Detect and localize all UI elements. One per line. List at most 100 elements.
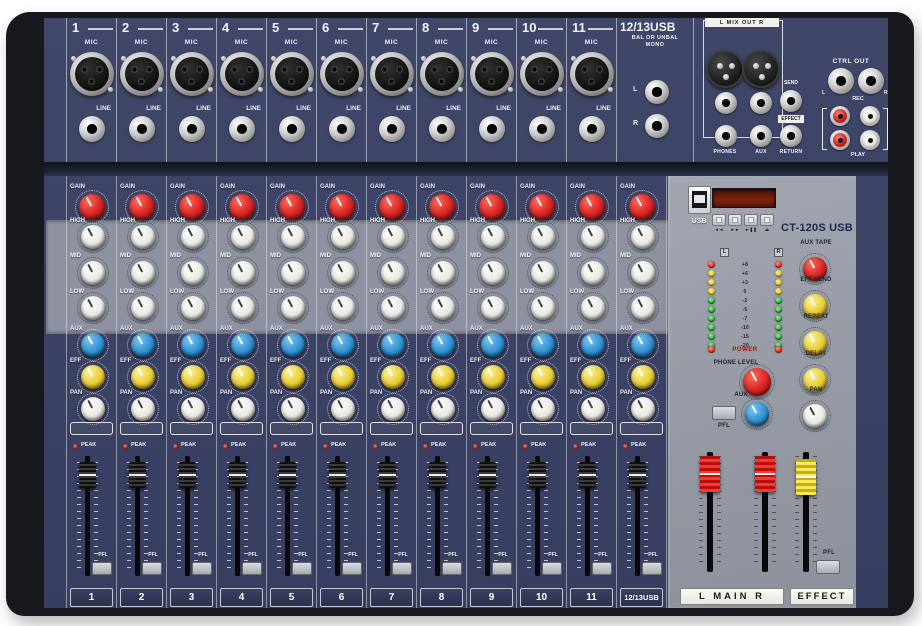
- high-eq-knob[interactable]: [277, 221, 309, 253]
- line-input-jack[interactable]: [129, 116, 155, 142]
- pan-knob[interactable]: [127, 393, 159, 425]
- transport-button[interactable]: [760, 214, 774, 226]
- pan-knob[interactable]: [627, 393, 659, 425]
- pfl-button[interactable]: [192, 562, 212, 575]
- aux-send-knob[interactable]: [477, 329, 509, 361]
- rec-left-rca[interactable]: [830, 106, 850, 126]
- pfl-button[interactable]: [392, 562, 412, 575]
- low-eq-knob[interactable]: [377, 292, 409, 324]
- channel-fader[interactable]: [129, 462, 146, 488]
- pfl-button[interactable]: [292, 562, 312, 575]
- play-right-rca[interactable]: [860, 130, 880, 150]
- channel-fader[interactable]: [379, 462, 396, 488]
- aux-send-knob[interactable]: [527, 329, 559, 361]
- channel-fader[interactable]: [629, 462, 646, 488]
- pan-knob[interactable]: [427, 393, 459, 425]
- line-input-jack[interactable]: [279, 116, 305, 142]
- pfl-button[interactable]: [142, 562, 162, 575]
- mid-eq-knob[interactable]: [377, 257, 409, 289]
- line-input-jack[interactable]: [479, 116, 505, 142]
- aux-send-knob[interactable]: [127, 329, 159, 361]
- mix-out-left-xlr[interactable]: [706, 50, 744, 88]
- effect-fader[interactable]: [796, 459, 816, 495]
- transport-button[interactable]: [744, 214, 758, 226]
- line-input-jack[interactable]: [179, 116, 205, 142]
- effect-send-knob[interactable]: [127, 361, 159, 393]
- phones-jack[interactable]: [715, 125, 737, 147]
- channel-fader[interactable]: [79, 462, 96, 488]
- aux-send-knob[interactable]: [77, 329, 109, 361]
- channel-fader[interactable]: [579, 462, 596, 488]
- mid-eq-knob[interactable]: [277, 257, 309, 289]
- high-eq-knob[interactable]: [227, 221, 259, 253]
- ctrl-out-right-jack[interactable]: [858, 68, 884, 94]
- effect-pfl-button[interactable]: [816, 560, 840, 574]
- aux-out-jack[interactable]: [750, 125, 772, 147]
- mid-eq-knob[interactable]: [627, 257, 659, 289]
- master-pan-knob[interactable]: [799, 400, 831, 432]
- xlr-mic-input[interactable]: [270, 52, 314, 96]
- xlr-mic-input[interactable]: [70, 52, 114, 96]
- channel-fader[interactable]: [429, 462, 446, 488]
- effect-send-knob[interactable]: [377, 361, 409, 393]
- high-eq-knob[interactable]: [177, 221, 209, 253]
- pfl-button[interactable]: [442, 562, 462, 575]
- low-eq-knob[interactable]: [327, 292, 359, 324]
- low-eq-knob[interactable]: [627, 292, 659, 324]
- xlr-mic-input[interactable]: [220, 52, 264, 96]
- low-eq-knob[interactable]: [177, 292, 209, 324]
- pfl-button[interactable]: [342, 562, 362, 575]
- low-eq-knob[interactable]: [427, 292, 459, 324]
- channel-fader[interactable]: [229, 462, 246, 488]
- xlr-mic-input[interactable]: [120, 52, 164, 96]
- mix-out-left-jack[interactable]: [715, 92, 737, 114]
- mid-eq-knob[interactable]: [177, 257, 209, 289]
- low-eq-knob[interactable]: [127, 292, 159, 324]
- channel-fader[interactable]: [529, 462, 546, 488]
- xlr-mic-input[interactable]: [470, 52, 514, 96]
- high-eq-knob[interactable]: [377, 221, 409, 253]
- line-input-jack[interactable]: [529, 116, 555, 142]
- xlr-mic-input[interactable]: [420, 52, 464, 96]
- main-right-fader[interactable]: [755, 456, 775, 492]
- mid-eq-knob[interactable]: [327, 257, 359, 289]
- line-input-jack[interactable]: [329, 116, 355, 142]
- mid-eq-knob[interactable]: [527, 257, 559, 289]
- usb-right-input-jack[interactable]: [645, 114, 669, 138]
- mid-eq-knob[interactable]: [127, 257, 159, 289]
- effect-send-knob[interactable]: [627, 361, 659, 393]
- effect-send-knob[interactable]: [177, 361, 209, 393]
- line-input-jack[interactable]: [429, 116, 455, 142]
- mid-eq-knob[interactable]: [227, 257, 259, 289]
- high-eq-knob[interactable]: [527, 221, 559, 253]
- line-input-jack[interactable]: [79, 116, 105, 142]
- low-eq-knob[interactable]: [477, 292, 509, 324]
- transport-button[interactable]: [728, 214, 742, 226]
- pan-knob[interactable]: [527, 393, 559, 425]
- aux-send-knob[interactable]: [377, 329, 409, 361]
- aux-send-knob[interactable]: [177, 329, 209, 361]
- mix-out-right-jack[interactable]: [750, 92, 772, 114]
- channel-fader[interactable]: [179, 462, 196, 488]
- low-eq-knob[interactable]: [577, 292, 609, 324]
- high-eq-knob[interactable]: [477, 221, 509, 253]
- pfl-button[interactable]: [592, 562, 612, 575]
- effect-send-knob[interactable]: [77, 361, 109, 393]
- line-input-jack[interactable]: [229, 116, 255, 142]
- mid-eq-knob[interactable]: [427, 257, 459, 289]
- high-eq-knob[interactable]: [577, 221, 609, 253]
- low-eq-knob[interactable]: [527, 292, 559, 324]
- xlr-mic-input[interactable]: [370, 52, 414, 96]
- mid-eq-knob[interactable]: [477, 257, 509, 289]
- effect-send-knob[interactable]: [327, 361, 359, 393]
- line-input-jack[interactable]: [579, 116, 605, 142]
- xlr-mic-input[interactable]: [170, 52, 214, 96]
- pan-knob[interactable]: [377, 393, 409, 425]
- pan-knob[interactable]: [77, 393, 109, 425]
- pfl-button[interactable]: [492, 562, 512, 575]
- pan-knob[interactable]: [277, 393, 309, 425]
- high-eq-knob[interactable]: [77, 221, 109, 253]
- effect-return-jack[interactable]: [780, 125, 802, 147]
- high-eq-knob[interactable]: [627, 221, 659, 253]
- channel-fader[interactable]: [479, 462, 496, 488]
